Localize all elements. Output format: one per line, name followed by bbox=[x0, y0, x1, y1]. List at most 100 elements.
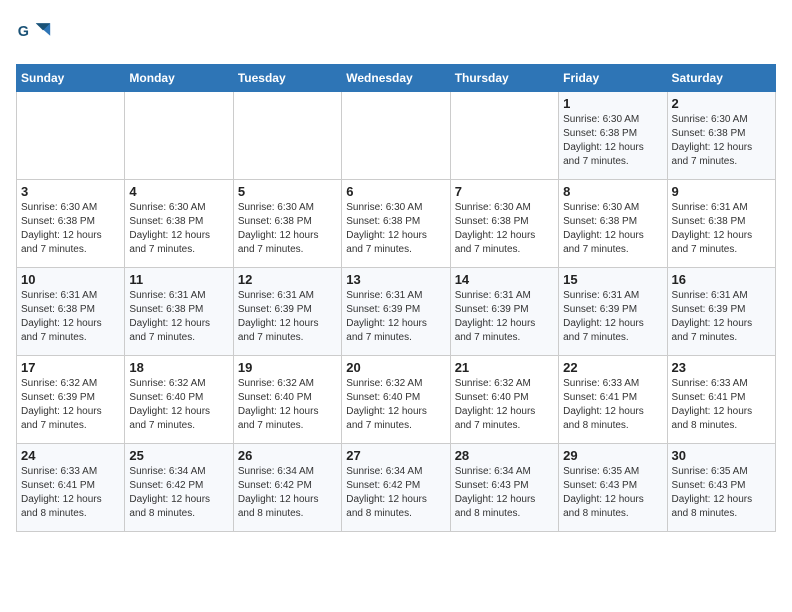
day-cell: 25 Sunrise: 6:34 AM Sunset: 6:42 PM Dayli… bbox=[125, 444, 233, 532]
day-number: 26 bbox=[238, 448, 337, 463]
day-info: Sunrise: 6:31 AM Sunset: 6:39 PM Dayligh… bbox=[563, 289, 662, 345]
day-cell: 7 Sunrise: 6:30 AM Sunset: 6:38 PM Daylig… bbox=[450, 180, 558, 268]
day-number: 4 bbox=[129, 184, 228, 199]
day-number: 22 bbox=[563, 360, 662, 375]
week-row-2: 3 Sunrise: 6:30 AM Sunset: 6:38 PM Daylig… bbox=[17, 180, 776, 268]
week-row-1: 1 Sunrise: 6:30 AM Sunset: 6:38 PM Daylig… bbox=[17, 92, 776, 180]
day-info: Sunrise: 6:32 AM Sunset: 6:40 PM Dayligh… bbox=[346, 377, 445, 433]
day-info: Sunrise: 6:31 AM Sunset: 6:38 PM Dayligh… bbox=[129, 289, 228, 345]
day-cell: 22 Sunrise: 6:33 AM Sunset: 6:41 PM Dayli… bbox=[559, 356, 667, 444]
calendar-header: SundayMondayTuesdayWednesdayThursdayFrid… bbox=[17, 65, 776, 92]
day-cell: 19Sunrise: 6:32 AM Sunset: 6:40 PM Dayli… bbox=[233, 356, 341, 444]
day-cell: 27 Sunrise: 6:34 AM Sunset: 6:42 PM Dayli… bbox=[342, 444, 450, 532]
day-number: 9 bbox=[672, 184, 771, 199]
day-number: 17 bbox=[21, 360, 120, 375]
header-cell-tuesday: Tuesday bbox=[233, 65, 341, 92]
week-row-5: 24 Sunrise: 6:33 AM Sunset: 6:41 PM Dayli… bbox=[17, 444, 776, 532]
day-cell: 29 Sunrise: 6:35 AM Sunset: 6:43 PM Dayli… bbox=[559, 444, 667, 532]
day-info: Sunrise: 6:32 AM Sunset: 6:40 PM Dayligh… bbox=[455, 377, 554, 433]
day-number: 6 bbox=[346, 184, 445, 199]
day-info: Sunrise: 6:30 AM Sunset: 6:38 PM Dayligh… bbox=[21, 201, 120, 257]
day-number: 21 bbox=[455, 360, 554, 375]
day-cell bbox=[233, 92, 341, 180]
day-info: Sunrise: 6:32 AM Sunset: 6:39 PM Dayligh… bbox=[21, 377, 120, 433]
header-cell-thursday: Thursday bbox=[450, 65, 558, 92]
calendar-table: SundayMondayTuesdayWednesdayThursdayFrid… bbox=[16, 64, 776, 532]
day-cell: 17 Sunrise: 6:32 AM Sunset: 6:39 PM Dayli… bbox=[17, 356, 125, 444]
day-info: Sunrise: 6:35 AM Sunset: 6:43 PM Dayligh… bbox=[672, 465, 771, 521]
day-number: 29 bbox=[563, 448, 662, 463]
day-cell: 13 Sunrise: 6:31 AM Sunset: 6:39 PM Dayli… bbox=[342, 268, 450, 356]
day-number: 28 bbox=[455, 448, 554, 463]
day-cell: 21 Sunrise: 6:32 AM Sunset: 6:40 PM Dayli… bbox=[450, 356, 558, 444]
day-number: 11 bbox=[129, 272, 228, 287]
day-info: Sunrise: 6:34 AM Sunset: 6:42 PM Dayligh… bbox=[346, 465, 445, 521]
day-cell bbox=[342, 92, 450, 180]
day-number: 12 bbox=[238, 272, 337, 287]
day-info: Sunrise: 6:34 AM Sunset: 6:42 PM Dayligh… bbox=[238, 465, 337, 521]
day-number: 1 bbox=[563, 96, 662, 111]
day-info: Sunrise: 6:34 AM Sunset: 6:42 PM Dayligh… bbox=[129, 465, 228, 521]
header-row: SundayMondayTuesdayWednesdayThursdayFrid… bbox=[17, 65, 776, 92]
week-row-4: 17 Sunrise: 6:32 AM Sunset: 6:39 PM Dayli… bbox=[17, 356, 776, 444]
day-number: 20 bbox=[346, 360, 445, 375]
day-info: Sunrise: 6:33 AM Sunset: 6:41 PM Dayligh… bbox=[21, 465, 120, 521]
day-info: Sunrise: 6:33 AM Sunset: 6:41 PM Dayligh… bbox=[563, 377, 662, 433]
day-cell: 1 Sunrise: 6:30 AM Sunset: 6:38 PM Daylig… bbox=[559, 92, 667, 180]
day-cell: 3 Sunrise: 6:30 AM Sunset: 6:38 PM Daylig… bbox=[17, 180, 125, 268]
day-cell: 9Sunrise: 6:31 AM Sunset: 6:38 PM Daylig… bbox=[667, 180, 775, 268]
day-info: Sunrise: 6:32 AM Sunset: 6:40 PM Dayligh… bbox=[238, 377, 337, 433]
day-cell: 28Sunrise: 6:34 AM Sunset: 6:43 PM Dayli… bbox=[450, 444, 558, 532]
day-info: Sunrise: 6:30 AM Sunset: 6:38 PM Dayligh… bbox=[563, 201, 662, 257]
calendar-body: 1 Sunrise: 6:30 AM Sunset: 6:38 PM Daylig… bbox=[17, 92, 776, 532]
day-info: Sunrise: 6:35 AM Sunset: 6:43 PM Dayligh… bbox=[563, 465, 662, 521]
day-info: Sunrise: 6:31 AM Sunset: 6:39 PM Dayligh… bbox=[346, 289, 445, 345]
day-number: 3 bbox=[21, 184, 120, 199]
day-info: Sunrise: 6:30 AM Sunset: 6:38 PM Dayligh… bbox=[129, 201, 228, 257]
day-cell: 8 Sunrise: 6:30 AM Sunset: 6:38 PM Daylig… bbox=[559, 180, 667, 268]
header: G bbox=[16, 16, 776, 52]
logo: G bbox=[16, 16, 56, 52]
day-info: Sunrise: 6:31 AM Sunset: 6:39 PM Dayligh… bbox=[672, 289, 771, 345]
day-cell: 24 Sunrise: 6:33 AM Sunset: 6:41 PM Dayli… bbox=[17, 444, 125, 532]
day-number: 16 bbox=[672, 272, 771, 287]
day-number: 18 bbox=[129, 360, 228, 375]
logo-icon: G bbox=[16, 16, 52, 52]
day-cell bbox=[450, 92, 558, 180]
day-info: Sunrise: 6:31 AM Sunset: 6:39 PM Dayligh… bbox=[455, 289, 554, 345]
day-cell: 14 Sunrise: 6:31 AM Sunset: 6:39 PM Dayli… bbox=[450, 268, 558, 356]
header-cell-wednesday: Wednesday bbox=[342, 65, 450, 92]
day-info: Sunrise: 6:30 AM Sunset: 6:38 PM Dayligh… bbox=[563, 113, 662, 169]
day-cell: 11 Sunrise: 6:31 AM Sunset: 6:38 PM Dayli… bbox=[125, 268, 233, 356]
header-cell-friday: Friday bbox=[559, 65, 667, 92]
day-number: 24 bbox=[21, 448, 120, 463]
day-number: 2 bbox=[672, 96, 771, 111]
day-info: Sunrise: 6:33 AM Sunset: 6:41 PM Dayligh… bbox=[672, 377, 771, 433]
day-number: 13 bbox=[346, 272, 445, 287]
day-cell bbox=[125, 92, 233, 180]
header-cell-sunday: Sunday bbox=[17, 65, 125, 92]
svg-text:G: G bbox=[18, 24, 29, 40]
day-cell: 23 Sunrise: 6:33 AM Sunset: 6:41 PM Dayli… bbox=[667, 356, 775, 444]
day-info: Sunrise: 6:31 AM Sunset: 6:38 PM Dayligh… bbox=[21, 289, 120, 345]
day-cell: 10Sunrise: 6:31 AM Sunset: 6:38 PM Dayli… bbox=[17, 268, 125, 356]
day-cell: 5 Sunrise: 6:30 AM Sunset: 6:38 PM Daylig… bbox=[233, 180, 341, 268]
day-number: 5 bbox=[238, 184, 337, 199]
day-cell: 6 Sunrise: 6:30 AM Sunset: 6:38 PM Daylig… bbox=[342, 180, 450, 268]
day-number: 8 bbox=[563, 184, 662, 199]
day-info: Sunrise: 6:30 AM Sunset: 6:38 PM Dayligh… bbox=[238, 201, 337, 257]
day-info: Sunrise: 6:30 AM Sunset: 6:38 PM Dayligh… bbox=[346, 201, 445, 257]
day-cell: 15Sunrise: 6:31 AM Sunset: 6:39 PM Dayli… bbox=[559, 268, 667, 356]
day-cell bbox=[17, 92, 125, 180]
day-number: 23 bbox=[672, 360, 771, 375]
day-info: Sunrise: 6:30 AM Sunset: 6:38 PM Dayligh… bbox=[455, 201, 554, 257]
day-number: 30 bbox=[672, 448, 771, 463]
day-cell: 18 Sunrise: 6:32 AM Sunset: 6:40 PM Dayli… bbox=[125, 356, 233, 444]
day-info: Sunrise: 6:32 AM Sunset: 6:40 PM Dayligh… bbox=[129, 377, 228, 433]
day-number: 7 bbox=[455, 184, 554, 199]
day-number: 25 bbox=[129, 448, 228, 463]
day-cell: 20 Sunrise: 6:32 AM Sunset: 6:40 PM Dayli… bbox=[342, 356, 450, 444]
day-number: 14 bbox=[455, 272, 554, 287]
day-number: 27 bbox=[346, 448, 445, 463]
day-cell: 16 Sunrise: 6:31 AM Sunset: 6:39 PM Dayli… bbox=[667, 268, 775, 356]
